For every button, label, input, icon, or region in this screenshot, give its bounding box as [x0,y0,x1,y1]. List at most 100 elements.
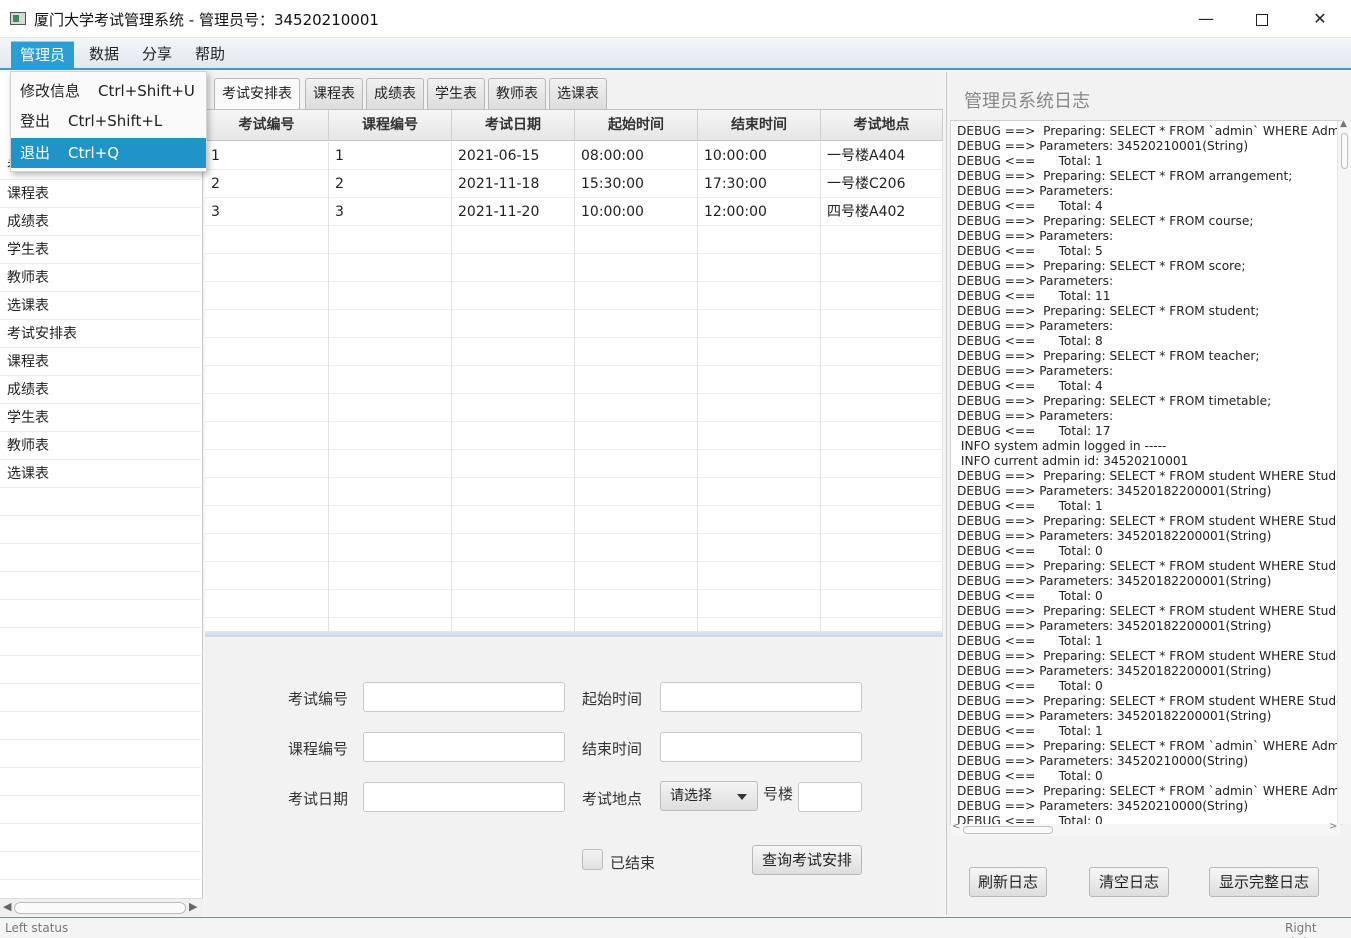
table-cell [329,422,452,450]
table-cell [205,478,329,506]
table-cell: 1 [205,142,329,170]
log-text-area[interactable]: DEBUG ==> Preparing: SELECT * FROM `admi… [950,120,1342,825]
end-time-input[interactable] [660,732,862,762]
table-cell: 08:00:00 [575,142,698,170]
list-item[interactable]: 考试安排表 [0,320,201,348]
minimize-button[interactable]: — [1183,0,1229,38]
list-item[interactable]: 课程表 [0,348,201,376]
tab-score[interactable]: 成绩表 [366,78,424,110]
scroll-thumb[interactable] [14,902,186,914]
exam-date-input[interactable] [363,782,565,812]
table-row[interactable]: 3 3 2021-11-20 10:00:00 12:00:00 四号楼A402 [205,198,943,226]
tab-course[interactable]: 课程表 [305,78,363,110]
tab-teacher[interactable]: 教师表 [488,78,546,110]
menu-admin[interactable]: 管理员 [11,41,75,69]
log-vertical-scrollbar[interactable]: ▲ [1337,119,1351,824]
column-header[interactable]: 考试地点 [821,110,943,141]
table-cell [452,506,575,534]
table-cell [329,450,452,478]
column-header[interactable]: 考试编号 [205,110,329,141]
menu-share[interactable]: 分享 [133,41,181,69]
menu-help[interactable]: 帮助 [186,41,234,69]
scroll-right-icon[interactable]: ▶ [189,900,197,913]
list-item[interactable]: 学生表 [0,236,201,264]
table-cell: 12:00:00 [698,198,821,226]
table-cell [452,394,575,422]
room-input[interactable] [798,782,862,812]
empty-table-row [205,338,943,366]
scroll-thumb[interactable] [963,826,1053,834]
list-item[interactable]: 教师表 [0,432,201,460]
list-item[interactable]: 选课表 [0,292,201,320]
scroll-thumb[interactable] [1341,133,1348,169]
list-item[interactable]: 学生表 [0,404,201,432]
table-cell [205,422,329,450]
menu-item-logout[interactable]: 登出 Ctrl+Shift+L [11,106,206,136]
table-cell [575,282,698,310]
list-item[interactable]: 课程表 [0,180,201,208]
column-header[interactable]: 考试日期 [452,110,575,141]
query-arrangement-button[interactable]: 查询考试安排 [752,845,862,875]
end-time-label: 结束时间 [582,740,643,758]
maximize-button[interactable] [1239,0,1285,38]
menu-data[interactable]: 数据 [80,41,128,69]
table-cell [698,366,821,394]
course-id-input[interactable] [363,732,565,762]
table-cell [329,590,452,618]
scroll-right-icon[interactable]: > [1329,821,1337,832]
log-line: DEBUG ==> Preparing: SELECT * FROM cours… [957,214,1254,228]
log-line: DEBUG <== Total: 1 [957,154,1103,168]
scroll-left-icon[interactable]: ◀ [3,900,11,913]
log-line: DEBUG ==> Preparing: SELECT * FROM teach… [957,349,1260,363]
finished-checkbox[interactable] [582,849,603,870]
column-header[interactable]: 课程编号 [329,110,452,141]
list-item[interactable]: 教师表 [0,264,201,292]
table-cell: 2021-11-20 [452,198,575,226]
list-item[interactable]: 成绩表 [0,376,201,404]
log-lines: DEBUG ==> Preparing: SELECT * FROM `admi… [957,124,1339,824]
close-button[interactable]: ✕ [1297,0,1343,38]
clear-log-button[interactable]: 清空日志 [1089,867,1169,897]
table-cell [205,534,329,562]
location-select[interactable]: 请选择 [660,781,758,811]
log-line: DEBUG <== Total: 0 [957,544,1103,558]
table-row[interactable]: 2 2 2021-11-18 15:30:00 17:30:00 一号楼C206 [205,170,943,198]
exam-id-input[interactable] [363,682,565,712]
table-row[interactable]: 1 1 2021-06-15 08:00:00 10:00:00 一号楼A404 [205,142,943,170]
table-cell [329,226,452,254]
split-divider[interactable] [205,631,943,637]
table-cell [821,366,943,394]
tab-arrangement[interactable]: 考试安排表 [214,78,300,110]
show-full-log-button[interactable]: 显示完整日志 [1209,867,1319,897]
log-line: DEBUG <== Total: 1 [957,499,1103,513]
table-cell [452,478,575,506]
table-cell [205,366,329,394]
log-line: DEBUG ==> Parameters: [957,319,1117,333]
menu-item-exit[interactable]: 退出 Ctrl+Q [11,138,206,168]
table-cell [821,254,943,282]
start-time-input[interactable] [660,682,862,712]
log-horizontal-scrollbar[interactable]: < > [951,821,1341,836]
refresh-log-button[interactable]: 刷新日志 [969,867,1047,897]
table-cell: 2 [329,170,452,198]
table-cell [821,226,943,254]
location-label: 考试地点 [582,790,643,808]
log-line: DEBUG <== Total: 4 [957,199,1103,213]
column-header[interactable]: 结束时间 [698,110,821,141]
log-line: DEBUG ==> Preparing: SELECT * FROM stude… [957,559,1339,573]
tab-student[interactable]: 学生表 [427,78,485,110]
log-line: DEBUG ==> Parameters: 34520182200001(Str… [957,484,1272,498]
list-item[interactable]: 成绩表 [0,208,201,236]
tab-selection[interactable]: 选课表 [549,78,607,110]
column-header[interactable]: 起始时间 [575,110,698,141]
scroll-left-icon[interactable]: < [952,821,960,832]
menu-item-shortcut: Ctrl+Shift+L [68,112,163,130]
table-cell: 2021-11-18 [452,170,575,198]
menu-item-edit-info[interactable]: 修改信息 Ctrl+Shift+U [11,76,206,106]
scroll-up-icon[interactable]: ▲ [1340,119,1347,129]
status-right: Right status [1285,921,1322,938]
left-horizontal-scrollbar[interactable]: ◀ ▶ [0,898,203,916]
log-line: DEBUG ==> Parameters: [957,364,1117,378]
log-line: DEBUG ==> Preparing: SELECT * FROM stude… [957,304,1260,318]
list-item[interactable]: 选课表 [0,460,201,488]
